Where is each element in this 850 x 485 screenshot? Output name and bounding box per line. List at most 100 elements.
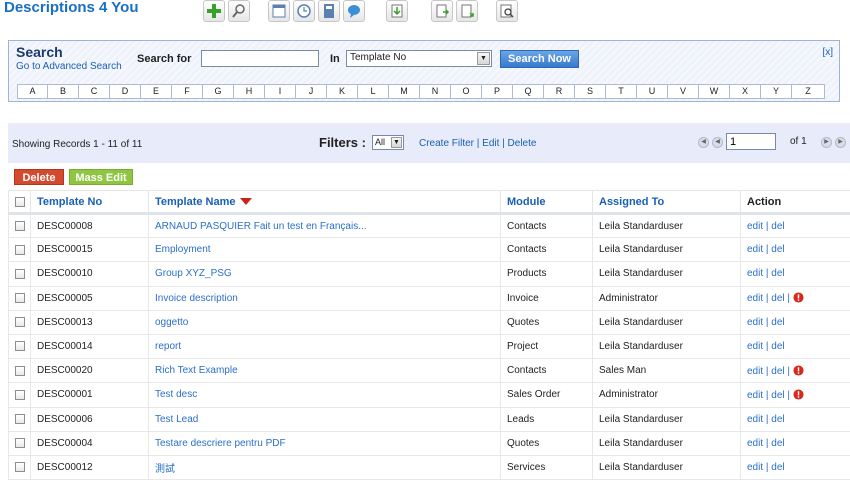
alphabet-letter[interactable]: Q: [513, 84, 544, 99]
import-icon[interactable]: [386, 0, 408, 22]
row-checkbox[interactable]: [15, 438, 25, 449]
cell-module: Sales Order: [500, 382, 593, 408]
row-checkbox[interactable]: [15, 341, 25, 352]
alphabet-letter[interactable]: V: [668, 84, 699, 99]
search-input[interactable]: [201, 50, 319, 67]
row-checkbox[interactable]: [15, 389, 25, 400]
alphabet-letter[interactable]: L: [358, 84, 389, 99]
edit-del-links[interactable]: edit | del |: [747, 390, 790, 401]
edit-del-links[interactable]: edit | del: [747, 317, 785, 328]
alphabet-letter[interactable]: M: [389, 84, 420, 99]
row-checkbox[interactable]: [15, 365, 25, 376]
row-select-cell: [8, 382, 31, 408]
template-name-link[interactable]: Testare descriere pentru PDF: [155, 438, 286, 449]
first-page-icon[interactable]: ◀: [698, 137, 709, 148]
edit-del-links[interactable]: edit | del: [747, 341, 785, 352]
alphabet-letter[interactable]: H: [234, 84, 265, 99]
alphabet-letter[interactable]: N: [420, 84, 451, 99]
export-icon[interactable]: [431, 0, 453, 22]
edit-del-links[interactable]: edit | del: [747, 438, 785, 449]
find-duplicates-icon[interactable]: [496, 0, 518, 22]
calendar-icon[interactable]: [268, 0, 290, 22]
template-name-link[interactable]: Invoice description: [155, 293, 238, 304]
edit-del-links[interactable]: edit | del |: [747, 293, 790, 304]
template-name-link[interactable]: 測試: [155, 464, 175, 475]
add-icon[interactable]: [203, 0, 225, 22]
alphabet-letter[interactable]: A: [17, 84, 48, 99]
chat-icon[interactable]: [343, 0, 365, 22]
alphabet-letter[interactable]: U: [637, 84, 668, 99]
alphabet-letter[interactable]: Y: [761, 84, 792, 99]
search-field-select[interactable]: Template No ▼: [346, 50, 492, 67]
row-checkbox[interactable]: [15, 413, 25, 424]
prev-page-icon[interactable]: ◀: [712, 137, 723, 148]
edit-del-links[interactable]: edit | del: [747, 244, 785, 255]
search-now-button[interactable]: Search Now: [500, 50, 579, 68]
next-page-icon[interactable]: ▶: [821, 137, 832, 148]
edit-del-links[interactable]: edit | del: [747, 221, 785, 232]
template-name-link[interactable]: Test Lead: [155, 414, 198, 425]
app-title[interactable]: Descriptions 4 You: [4, 0, 138, 16]
cell-action: edit | del: [740, 430, 850, 456]
template-name-link[interactable]: Rich Text Example: [155, 365, 238, 376]
select-all-checkbox[interactable]: [15, 196, 25, 207]
alphabet-letter[interactable]: C: [79, 84, 110, 99]
row-checkbox[interactable]: [15, 268, 25, 279]
page-number-input[interactable]: [726, 133, 776, 150]
row-checkbox[interactable]: [15, 244, 25, 255]
top-toolbar: Descriptions 4 You: [0, 0, 850, 28]
alphabet-letter[interactable]: W: [699, 84, 730, 99]
clock-icon[interactable]: [293, 0, 315, 22]
last-page-icon[interactable]: ▶: [835, 137, 846, 148]
filter-links[interactable]: Create Filter | Edit | Delete: [419, 138, 536, 149]
alphabet-letter[interactable]: J: [296, 84, 327, 99]
alphabet-letter[interactable]: B: [48, 84, 79, 99]
row-checkbox[interactable]: [15, 317, 25, 328]
alert-icon[interactable]: [793, 292, 804, 303]
filter-select[interactable]: All ▼: [372, 135, 404, 150]
row-checkbox[interactable]: [15, 293, 25, 304]
template-name-link[interactable]: Employment: [155, 244, 211, 255]
template-name-link[interactable]: Test desc: [155, 389, 197, 400]
close-search-button[interactable]: [x]: [822, 47, 833, 58]
alphabet-letter[interactable]: G: [203, 84, 234, 99]
row-checkbox[interactable]: [15, 220, 25, 231]
alert-icon[interactable]: [793, 389, 804, 400]
row-checkbox[interactable]: [15, 462, 25, 473]
alphabet-letter[interactable]: E: [141, 84, 172, 99]
advanced-search-link[interactable]: Go to Advanced Search: [16, 61, 122, 72]
alphabet-letter[interactable]: D: [110, 84, 141, 99]
mass-edit-button[interactable]: Mass Edit: [69, 169, 133, 185]
edit-del-links[interactable]: edit | del |: [747, 366, 790, 377]
alphabet-letter[interactable]: R: [544, 84, 575, 99]
delete-button[interactable]: Delete: [14, 169, 64, 185]
alphabet-letter[interactable]: Z: [792, 84, 825, 99]
edit-del-links[interactable]: edit | del: [747, 268, 785, 279]
alphabet-letter[interactable]: T: [606, 84, 637, 99]
template-name-link[interactable]: ARNAUD PASQUIER Fait un test en Français…: [155, 221, 367, 232]
search-icon[interactable]: [228, 0, 250, 22]
alphabet-letter[interactable]: F: [172, 84, 203, 99]
alphabet-letter[interactable]: S: [575, 84, 606, 99]
page-total: of 1: [790, 136, 807, 147]
cell-template-no: DESC00013: [30, 309, 149, 335]
template-name-link[interactable]: Group XYZ_PSG: [155, 268, 232, 279]
header-template-no[interactable]: Template No: [30, 190, 149, 215]
calculator-icon[interactable]: [318, 0, 340, 22]
alphabet-letter[interactable]: O: [451, 84, 482, 99]
header-template-name[interactable]: Template Name: [148, 190, 501, 215]
alphabet-letter[interactable]: I: [265, 84, 296, 99]
alphabet-letter[interactable]: P: [482, 84, 513, 99]
header-assigned-to[interactable]: Assigned To: [592, 190, 741, 215]
alphabet-letter[interactable]: X: [730, 84, 761, 99]
alphabet-letter[interactable]: K: [327, 84, 358, 99]
alert-icon[interactable]: [793, 365, 804, 376]
header-module[interactable]: Module: [500, 190, 593, 215]
template-name-link[interactable]: report: [155, 341, 181, 352]
export-alt-icon[interactable]: [456, 0, 478, 22]
edit-del-links[interactable]: edit | del: [747, 462, 785, 473]
edit-del-links[interactable]: edit | del: [747, 414, 785, 425]
template-name-link[interactable]: oggetto: [155, 317, 188, 328]
chevron-down-icon: ▼: [391, 137, 402, 148]
cell-template-no: DESC00004: [30, 430, 149, 456]
